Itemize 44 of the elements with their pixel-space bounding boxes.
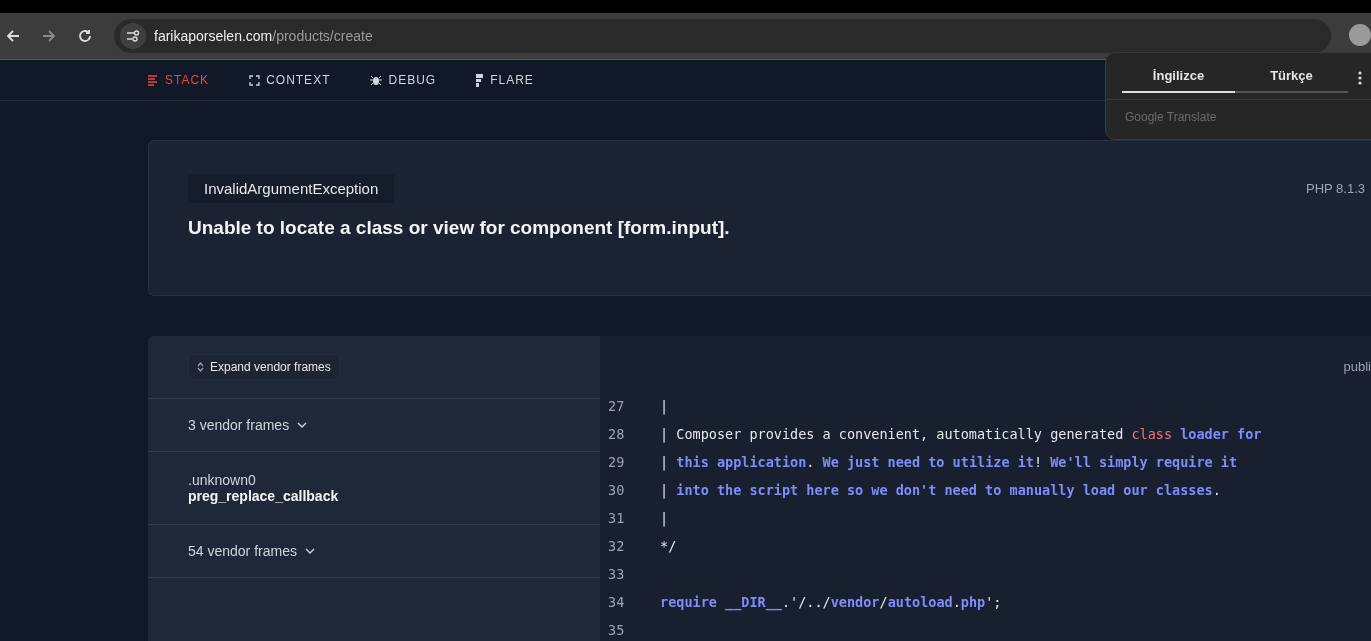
address-bar[interactable]: farikaporselen.com/products/create <box>114 19 1331 53</box>
error-message: Unable to locate a class or view for component [form.input]. <box>188 217 731 239</box>
nav-tab[interactable]: STACK <box>147 73 210 87</box>
more-options-icon[interactable] <box>1358 71 1362 85</box>
code-line: require __DIR__.'/../vendor/autoload.php'; <box>660 594 1002 610</box>
frame-method: preg_replace_callback <box>188 488 340 504</box>
language-tab[interactable]: Türkçe <box>1235 59 1348 93</box>
code-line: | this application. We just need to utilize it! We'll simply require it <box>660 454 1238 470</box>
code-line: */ <box>660 538 677 554</box>
php-version: PHP 8.1.3 <box>1305 181 1365 196</box>
flare-logo-icon <box>476 73 485 87</box>
line-number: 30 <box>607 482 626 498</box>
reload-button[interactable] <box>78 29 92 43</box>
expand-icon <box>197 362 204 372</box>
nav-tab[interactable]: CONTEXT <box>249 73 331 87</box>
frame-icon <box>249 74 261 86</box>
url-text: farikaporselen.com/products/create <box>154 28 373 44</box>
expand-vendor-frames-button[interactable]: Expand vendor frames <box>188 354 340 380</box>
line-number: 35 <box>607 622 626 638</box>
exception-class: InvalidArgumentException <box>188 174 395 203</box>
list-icon <box>147 74 159 86</box>
line-number: 27 <box>607 398 626 414</box>
chevron-down-icon <box>297 422 308 428</box>
language-tab[interactable]: İngilizce <box>1122 59 1235 93</box>
line-number: 32 <box>607 538 626 554</box>
code-line: | <box>660 398 669 414</box>
forward-button[interactable] <box>42 29 56 43</box>
file-path: publi <box>1343 359 1371 374</box>
line-number: 33 <box>607 566 626 582</box>
line-number: 31 <box>607 510 626 526</box>
chevron-down-icon <box>304 548 315 554</box>
back-button[interactable] <box>6 29 20 43</box>
site-settings-icon[interactable] <box>120 23 146 49</box>
nav-tab[interactable]: DEBUG <box>370 73 437 87</box>
line-number: 28 <box>607 426 626 442</box>
code-line: | Composer provides a convenient, automatically generated class loader for <box>660 426 1262 442</box>
line-number: 34 <box>607 594 626 610</box>
code-line: | into the script here so we don't need to manually load our classes. <box>660 482 1221 498</box>
frame-file: .unknown0 <box>188 472 257 488</box>
bug-icon <box>370 74 383 86</box>
nav-tab[interactable]: FLARE <box>476 73 534 87</box>
line-number: 29 <box>607 454 626 470</box>
code-line: | <box>660 510 669 526</box>
google-translate-label: Google Translate <box>1124 109 1218 124</box>
